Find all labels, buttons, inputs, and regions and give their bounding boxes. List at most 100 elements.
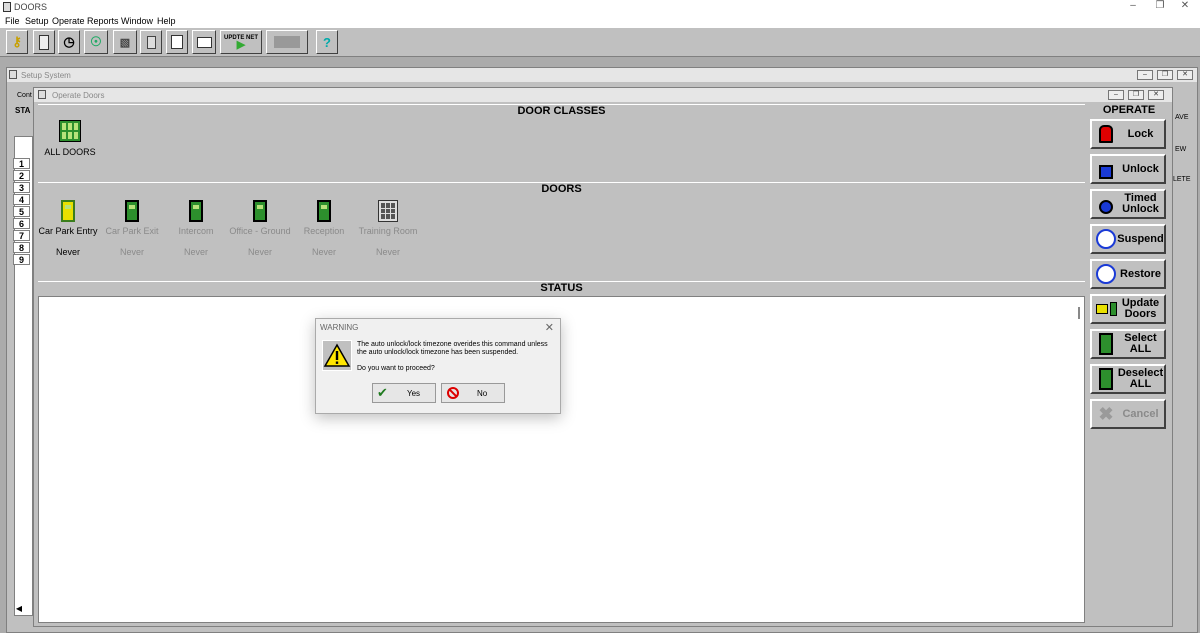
lock-button[interactable]: Lock: [1090, 119, 1166, 149]
yes-button[interactable]: ✔ Yes: [372, 383, 436, 403]
no-button[interactable]: No: [441, 383, 505, 403]
minimize-icon[interactable]: –: [1118, 0, 1148, 11]
setup-restore-icon[interactable]: ❐: [1157, 70, 1173, 80]
network-icon: ▧: [119, 36, 131, 49]
door-status: Never: [375, 247, 400, 257]
app-title: DOORS: [14, 2, 48, 12]
scroll-left-icon[interactable]: ◀: [13, 604, 25, 616]
menu-reports[interactable]: Reports: [87, 16, 119, 26]
door-status: Never: [55, 247, 80, 257]
update-doors-button[interactable]: Update Doors: [1090, 294, 1166, 324]
window-tool-button[interactable]: [192, 30, 216, 54]
close-icon[interactable]: ✕: [1170, 0, 1200, 11]
menu-operate[interactable]: Operate: [52, 16, 85, 26]
row-number: 5: [13, 206, 30, 217]
update-net-button[interactable]: UPDTE NET ▶: [220, 30, 262, 54]
report-tool-button[interactable]: [166, 30, 188, 54]
padlock-unlocked-icon: [1095, 158, 1117, 180]
setup-new-partial[interactable]: EW: [1175, 146, 1186, 153]
door-icon: [39, 34, 49, 50]
key-button[interactable]: ⚷: [6, 30, 28, 54]
operate-window-title: Operate Doors: [52, 91, 105, 100]
setup-system-title-bar: Setup System – ❐ ✕: [7, 68, 1197, 82]
clock-tool-button[interactable]: ◷: [58, 30, 80, 54]
dialog-title: WARNING: [320, 323, 359, 332]
status-scrollbar[interactable]: [1078, 307, 1080, 319]
globe-tool-button[interactable]: ☉: [84, 30, 108, 54]
cancel-label: Cancel: [1122, 407, 1159, 420]
suspend-icon: [1095, 228, 1117, 250]
door-car-park-exit[interactable]: Car Park Exit Never: [100, 200, 164, 257]
restore-label: Restore: [1120, 267, 1161, 280]
deselect-all-button[interactable]: Deselect ALL: [1090, 364, 1166, 394]
select-all-button[interactable]: Select ALL: [1090, 329, 1166, 359]
door-intercom[interactable]: Intercom Never: [164, 200, 228, 257]
unlock-label: Unlock: [1122, 162, 1159, 175]
door-icon: [61, 200, 75, 222]
operate-doors-title-bar: Operate Doors – ❐ ✕: [34, 88, 1172, 102]
setup-save-partial[interactable]: AVE: [1175, 114, 1189, 121]
operate-minimize-icon[interactable]: –: [1108, 90, 1124, 100]
door-classes-heading: DOOR CLASSES: [38, 104, 1085, 119]
door-name: Car Park Exit: [105, 226, 159, 236]
setup-window-title: Setup System: [21, 71, 71, 80]
cancel-button[interactable]: ✖ Cancel: [1090, 399, 1166, 429]
app-icon: [3, 2, 11, 12]
operate-restore-icon[interactable]: ❐: [1128, 90, 1144, 100]
network-tool-button[interactable]: ▧: [113, 30, 137, 54]
deselect-all-label: Deselect ALL: [1117, 367, 1164, 390]
checkmark-icon: ✔: [377, 385, 388, 400]
menu-file[interactable]: File: [5, 16, 20, 26]
keypad-icon: [378, 200, 398, 222]
door-class-all-doors[interactable]: ALL DOORS: [42, 120, 98, 157]
door-car-park-entry[interactable]: Car Park Entry Never: [36, 200, 100, 257]
door-training-room[interactable]: Training Room Never: [356, 200, 420, 257]
app-title-bar: DOORS – ❐ ✕: [0, 0, 1200, 14]
timed-unlock-icon: [1095, 193, 1117, 215]
yes-label: Yes: [407, 388, 421, 398]
row-number: 1: [13, 158, 30, 169]
door-icon: [125, 200, 139, 222]
setup-sta-partial: STA: [15, 106, 31, 115]
row-number: 3: [13, 182, 30, 193]
door-office-ground[interactable]: Office - Ground Never: [228, 200, 292, 257]
door-class-label: ALL DOORS: [44, 147, 96, 157]
door-setup-button[interactable]: [33, 30, 55, 54]
dialog-close-icon[interactable]: ✕: [545, 321, 554, 334]
dialog-question: Do you want to proceed?: [357, 365, 435, 372]
status-area: [38, 296, 1085, 623]
deselect-all-icon: [1095, 368, 1117, 390]
setup-delete-partial[interactable]: LETE: [1173, 176, 1191, 183]
door-name: Office - Ground: [229, 226, 291, 236]
row-number: 4: [13, 194, 30, 205]
timed-unlock-label: Timed Unlock: [1122, 192, 1159, 215]
toolbar: ⚷ ◷ ☉ ▧ UPDTE NET ▶ ?: [0, 27, 1200, 57]
globe-icon: ☉: [90, 34, 102, 49]
door-icon: [253, 200, 267, 222]
window-icon: [196, 36, 212, 48]
suspend-button[interactable]: Suspend: [1090, 224, 1166, 254]
help-icon: ?: [323, 34, 331, 50]
disabled-tool-button[interactable]: [266, 30, 308, 54]
menu-help[interactable]: Help: [157, 16, 176, 26]
unlock-button[interactable]: Unlock: [1090, 154, 1166, 184]
operate-close-icon[interactable]: ✕: [1148, 90, 1164, 100]
setup-close-icon[interactable]: ✕: [1177, 70, 1193, 80]
door-icon: [189, 200, 203, 222]
door-reception[interactable]: Reception Never: [292, 200, 356, 257]
operate-heading: OPERATE: [1102, 104, 1156, 116]
timed-unlock-button[interactable]: Timed Unlock: [1090, 189, 1166, 219]
setup-tab-partial[interactable]: Cont: [17, 92, 32, 99]
warning-dialog: WARNING ✕ The auto unlock/lock timezone …: [315, 318, 561, 414]
setup-minimize-icon[interactable]: –: [1137, 70, 1153, 80]
page-tool-button[interactable]: [140, 30, 162, 54]
menu-window[interactable]: Window: [121, 16, 153, 26]
door-status: Never: [119, 247, 144, 257]
help-button[interactable]: ?: [316, 30, 338, 54]
door-name: Car Park Entry: [38, 226, 98, 236]
door-name: Training Room: [358, 226, 418, 236]
menu-setup[interactable]: Setup: [25, 16, 49, 26]
select-all-icon: [1095, 333, 1117, 355]
restore-button[interactable]: Restore: [1090, 259, 1166, 289]
door-status: Never: [183, 247, 208, 257]
